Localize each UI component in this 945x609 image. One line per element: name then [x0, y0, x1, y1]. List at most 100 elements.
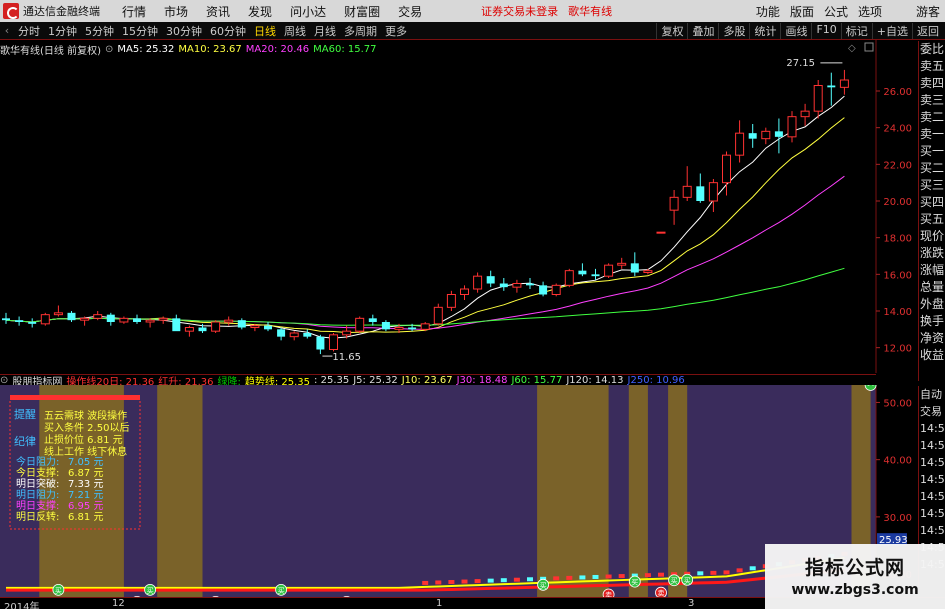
svg-text:12.00: 12.00 [883, 344, 912, 355]
maximize-icon[interactable] [864, 42, 874, 52]
menu-item-markets[interactable]: 市场 [155, 3, 197, 20]
tool-button[interactable]: 标记 [840, 22, 872, 39]
buy-badge: 买 [668, 574, 680, 587]
candle [329, 333, 338, 352]
period-tab[interactable]: 周线 [280, 23, 310, 39]
period-tab[interactable]: 更多 [381, 23, 411, 39]
menu-item-layout[interactable]: 版面 [785, 3, 819, 20]
diamond-icon[interactable]: ◇ [848, 43, 856, 54]
quote-field-label: 净资 [919, 331, 944, 345]
ma5-value: MA5: 25.32 [117, 43, 175, 55]
candle [277, 327, 286, 341]
strategy-line: 止损价位 6.81 元 [44, 433, 123, 446]
menu-item-formula[interactable]: 公式 [819, 3, 853, 20]
menu-item-wealth[interactable]: 财富圈 [335, 3, 389, 20]
tick-time: 14:56 [920, 524, 945, 537]
menu-item-news[interactable]: 资讯 [197, 3, 239, 20]
candle [696, 173, 705, 203]
period-tab[interactable]: 60分钟 [206, 23, 250, 39]
tool-button[interactable]: 多股 [718, 22, 749, 39]
tool-button[interactable]: 画线 [780, 22, 811, 39]
tool-button[interactable]: +自选 [871, 22, 912, 39]
svg-text:7.21 元: 7.21 元 [68, 490, 103, 501]
tool-button[interactable]: 统计 [749, 22, 780, 39]
svg-text:明日支撑:: 明日支撑: [16, 499, 59, 512]
menu-item-trade[interactable]: 交易 [389, 3, 431, 20]
svg-text:22.00: 22.00 [883, 160, 912, 171]
collapse-icon[interactable]: ‹ [0, 24, 14, 37]
frame-top [10, 395, 140, 400]
tool-button[interactable]: 叠加 [687, 22, 718, 39]
period-tab[interactable]: 日线 [250, 23, 280, 39]
menu-item-ask[interactable]: 问小达 [281, 3, 335, 20]
watermark: 指标公式网 www.zbgs3.com [765, 544, 945, 609]
quote-field-label: 卖三 [919, 93, 944, 107]
tool-button[interactable]: 复权 [656, 22, 687, 39]
period-tab[interactable]: 30分钟 [162, 23, 206, 39]
candle [93, 311, 103, 321]
settings-icon[interactable]: ⊙ [105, 44, 113, 55]
ma60-value: MA60: 15.77 [313, 43, 377, 55]
svg-text:买: 买 [278, 587, 285, 595]
period-tab[interactable]: 5分钟 [81, 23, 118, 39]
candle [486, 270, 495, 288]
mini-bar [697, 571, 704, 576]
svg-text:14.00: 14.00 [883, 307, 912, 318]
tool-button[interactable]: F10 [811, 22, 840, 39]
candle [827, 72, 836, 106]
candle [211, 320, 221, 333]
candle [656, 231, 666, 234]
svg-text:买: 买 [147, 587, 154, 595]
ma20-value: MA20: 20.46 [245, 43, 310, 55]
quote-field-label: 卖四 [919, 76, 944, 90]
candle [133, 314, 141, 324]
title-bar: 通达信金融终端 行情 市场 资讯 发现 问小达 财富圈 交易 证券交易未登录 歌… [0, 0, 945, 22]
y-tick: 26.00 [876, 87, 912, 98]
candle [145, 318, 155, 328]
chart-title: 歌华有线(日线 前复权) [0, 45, 101, 57]
candle [839, 69, 849, 95]
menu-item-market[interactable]: 行情 [113, 3, 155, 20]
tick-time: 14:56 [920, 473, 945, 486]
period-tab[interactable]: 多周期 [340, 23, 381, 39]
quote-field-label: 委比 [919, 42, 944, 56]
buy-badge: 买 [681, 573, 694, 586]
guest-user[interactable]: 游客 [911, 3, 945, 20]
period-tab[interactable]: 1分钟 [44, 23, 81, 39]
buy-badge: 买 [52, 583, 65, 596]
period-tab[interactable]: 15分钟 [118, 23, 162, 39]
svg-text:20.00: 20.00 [883, 197, 912, 208]
watermark-url: www.zbgs3.com [791, 582, 919, 598]
sell-badge: 卖 [655, 586, 667, 597]
svg-text:30.00: 30.00 [883, 513, 912, 524]
y-tick: 50.00 [876, 398, 912, 409]
sell-badge: 卖 [602, 588, 615, 597]
menu-item-options[interactable]: 选项 [853, 3, 887, 20]
menu-item-function[interactable]: 功能 [751, 3, 785, 20]
candle [682, 166, 692, 201]
date-label: 1 [436, 598, 443, 609]
buy-badge: 买 [628, 575, 641, 588]
period-tab[interactable]: 月线 [310, 23, 340, 39]
buy-badge: 买 [537, 578, 549, 591]
candle [316, 334, 325, 355]
mini-bar [605, 574, 612, 579]
quote-field-label: 买一 [919, 144, 944, 158]
quote-field-label: 买五 [919, 212, 944, 226]
svg-text:卖: 卖 [658, 590, 665, 597]
candle [237, 318, 246, 330]
candle [28, 318, 37, 328]
svg-text:7.05 元: 7.05 元 [68, 457, 103, 468]
login-notice[interactable]: 证券交易未登录 [481, 3, 558, 19]
ma-legend: 歌华有线(日线 前复权) ⊙ MA5: 25.32 MA10: 23.67 MA… [0, 41, 381, 57]
candlestick-chart[interactable]: 12.00 14.00 16.00 18.00 20.00 22.00 24.00 26.00… [0, 40, 915, 373]
app-name: 通达信金融终端 [23, 5, 100, 18]
title-right-menu: 功能 版面 公式 选项 游客 [751, 3, 945, 20]
menu-item-discover[interactable]: 发现 [239, 3, 281, 20]
mini-bar [422, 580, 429, 585]
svg-text:买: 买 [867, 385, 874, 387]
candle [617, 257, 627, 269]
chart-tools: 复权 叠加 多股 统计 画线 F10 标记 +自选 返回 [656, 22, 943, 39]
tool-button[interactable]: 返回 [912, 22, 943, 39]
period-tab[interactable]: 分时 [14, 23, 44, 39]
